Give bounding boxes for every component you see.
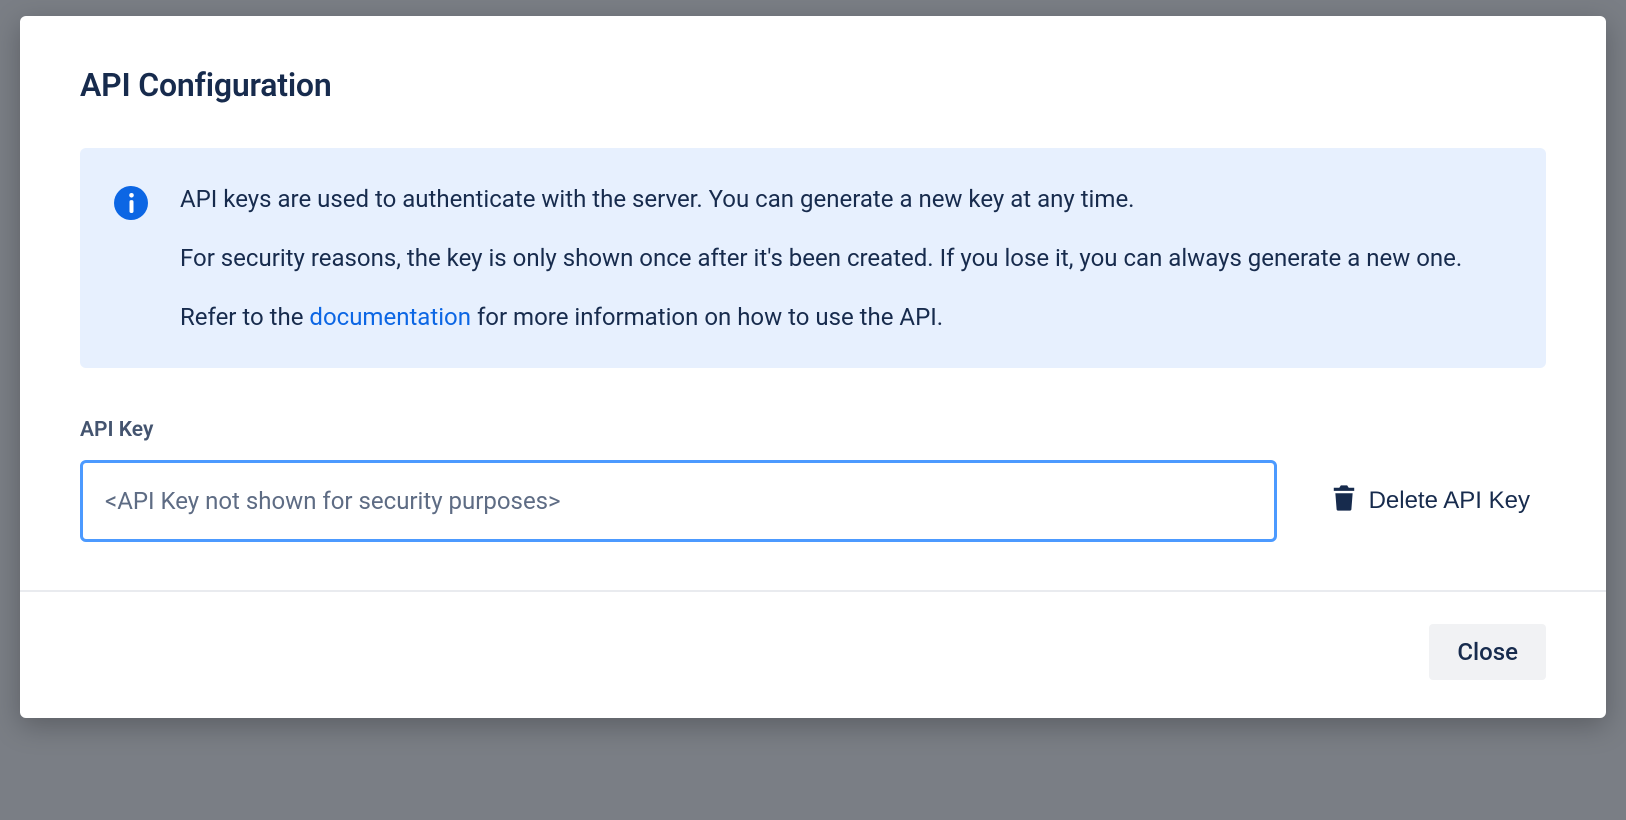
info-text-3: Refer to the documentation for more info… <box>180 300 1502 335</box>
trash-icon <box>1333 485 1355 518</box>
api-key-section: API Key Delete API Key <box>80 418 1546 542</box>
modal-title: API Configuration <box>80 66 1546 104</box>
info-content: API keys are used to authenticate with t… <box>180 182 1502 334</box>
api-key-input[interactable] <box>80 460 1277 542</box>
info-text-3-after: for more information on how to use the A… <box>471 303 943 331</box>
api-key-label: API Key <box>80 418 1546 442</box>
delete-api-key-button[interactable]: Delete API Key <box>1317 477 1546 526</box>
info-panel: API keys are used to authenticate with t… <box>80 148 1546 368</box>
api-key-row: Delete API Key <box>80 460 1546 542</box>
info-text-2: For security reasons, the key is only sh… <box>180 241 1502 276</box>
api-configuration-modal: API Configuration API keys are used to a… <box>20 16 1606 718</box>
close-button[interactable]: Close <box>1429 624 1546 680</box>
modal-footer: Close <box>20 590 1606 718</box>
info-text-3-before: Refer to the <box>180 303 309 331</box>
info-text-1: API keys are used to authenticate with t… <box>180 182 1502 217</box>
modal-body: API Configuration API keys are used to a… <box>20 16 1606 590</box>
documentation-link[interactable]: documentation <box>309 303 471 331</box>
delete-api-key-label: Delete API Key <box>1369 487 1530 515</box>
info-icon <box>114 186 148 220</box>
